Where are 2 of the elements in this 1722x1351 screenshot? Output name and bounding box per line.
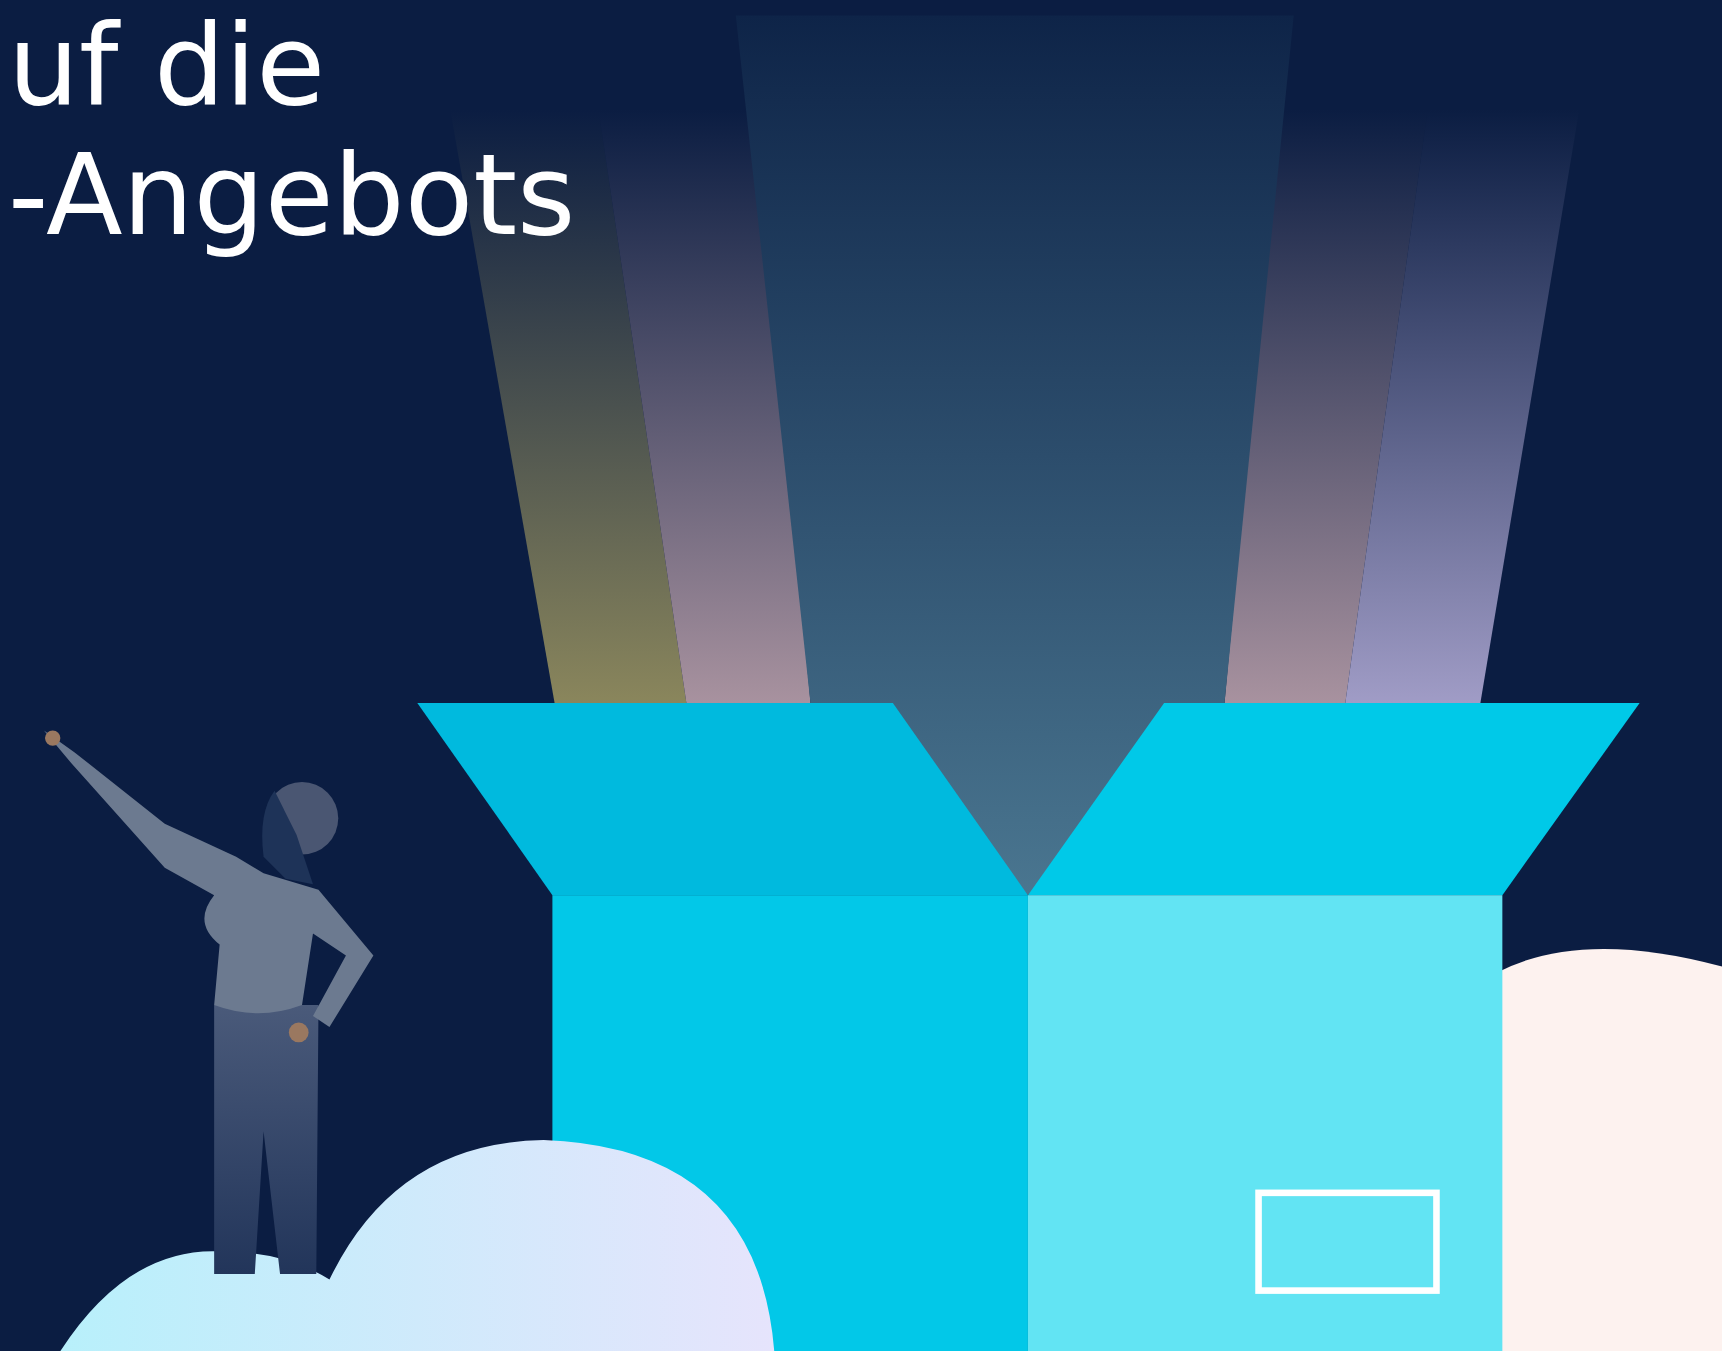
heading-line: uf die — [8, 0, 327, 130]
heading-line: -Angebots — [8, 130, 577, 260]
